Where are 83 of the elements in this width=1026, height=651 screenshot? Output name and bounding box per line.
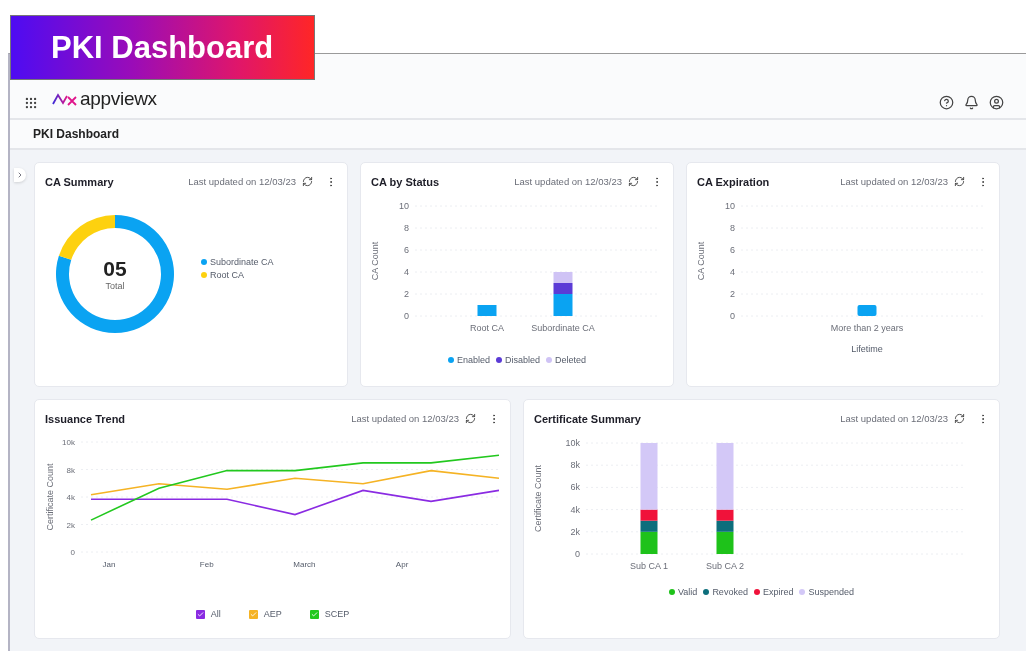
last-updated: Last updated on 12/03/23 xyxy=(351,413,459,424)
apps-grid-icon[interactable] xyxy=(24,96,38,110)
axis-tick-label: Jan xyxy=(102,560,116,569)
axis-title: CA Count xyxy=(370,241,380,281)
bar xyxy=(477,305,497,316)
legend-label: Revoked xyxy=(712,587,748,597)
category-label: Sub CA 2 xyxy=(706,561,744,571)
axis-title: Certificate Count xyxy=(45,463,55,531)
legend-label: SCEP xyxy=(324,609,350,619)
axis-tick-label: 0 xyxy=(70,548,75,557)
refresh-icon[interactable] xyxy=(465,413,476,424)
category-label: Root CA xyxy=(470,323,504,333)
category-label: Sub CA 1 xyxy=(630,561,668,571)
axis-tick-label: 10 xyxy=(399,201,409,211)
card-title: Certificate Summary xyxy=(534,412,642,425)
legend-label: All xyxy=(210,609,221,619)
axis-tick-label: 2 xyxy=(730,289,735,299)
axis-tick-label: 8 xyxy=(730,223,735,233)
axis-tick-label: Apr xyxy=(395,560,409,569)
legend-label: Enabled xyxy=(456,355,490,365)
total-count: 05 xyxy=(103,257,127,281)
axis-tick-label: 2k xyxy=(570,526,580,537)
legend-checkbox[interactable] xyxy=(309,609,319,619)
axis-title: Lifetime xyxy=(851,344,883,354)
axis-tick-label: March xyxy=(293,560,316,569)
axis-tick-label: 8k xyxy=(66,465,75,475)
logo-icon xyxy=(52,92,78,106)
axis-tick-label: 10k xyxy=(62,438,75,447)
last-updated: Last updated on 12/03/23 xyxy=(840,413,948,424)
legend-checkbox[interactable] xyxy=(195,609,205,619)
legend-label: Expired xyxy=(762,587,794,597)
refresh-icon[interactable] xyxy=(628,176,639,187)
legend-label: Deleted xyxy=(555,355,587,365)
axis-tick-label: 10k xyxy=(565,438,580,448)
axis-tick-label: 6 xyxy=(730,245,735,255)
axis-tick-label: 4k xyxy=(570,504,580,515)
legend-dot xyxy=(201,271,207,278)
axis-tick-label: 4 xyxy=(404,267,409,277)
legend-label: Suspended xyxy=(808,587,854,597)
total-label: Total xyxy=(105,281,125,291)
legend-checkbox[interactable] xyxy=(248,609,258,619)
banner-title: PKI Dashboard xyxy=(10,15,315,80)
last-updated: Last updated on 12/03/23 xyxy=(840,176,948,187)
last-updated: Last updated on 12/03/23 xyxy=(514,176,622,187)
user-icon[interactable] xyxy=(989,95,1004,110)
legend-dot xyxy=(201,258,207,265)
axis-title: CA Count xyxy=(696,241,706,281)
axis-tick-label: 0 xyxy=(404,311,409,321)
axis-tick-label: 8 xyxy=(404,223,409,233)
bell-icon[interactable] xyxy=(964,95,979,110)
page-title: PKI Dashboard xyxy=(33,127,119,141)
legend-label: Root CA xyxy=(210,269,244,280)
axis-title: Certificate Count xyxy=(533,465,543,532)
refresh-icon[interactable] xyxy=(954,413,965,424)
card-title: CA by Status xyxy=(371,175,441,188)
bar xyxy=(857,305,877,316)
axis-tick-label: 2k xyxy=(66,520,75,530)
category-label: Subordinate CA xyxy=(531,323,595,333)
last-updated: Last updated on 12/03/23 xyxy=(188,176,296,187)
category-label: More than 2 years xyxy=(830,323,904,333)
axis-tick-label: 0 xyxy=(575,549,580,559)
bar xyxy=(553,272,573,283)
axis-tick-label: 6 xyxy=(404,245,409,255)
axis-tick-label: 6k xyxy=(570,482,580,493)
axis-tick-label: 10 xyxy=(725,201,735,211)
help-icon[interactable] xyxy=(939,95,954,110)
logo-text: appviewx xyxy=(80,88,157,110)
legend-label: Valid xyxy=(678,587,698,597)
expand-handle[interactable] xyxy=(14,168,26,182)
axis-tick-label: 8k xyxy=(570,460,580,471)
card-title: CA Summary xyxy=(45,175,115,188)
axis-tick-label: 4k xyxy=(66,493,75,502)
axis-tick-label: 2 xyxy=(404,289,409,299)
card-title: Issuance Trend xyxy=(45,412,127,425)
refresh-icon[interactable] xyxy=(302,176,313,187)
legend-label: Disabled xyxy=(505,355,540,365)
legend-label: AEP xyxy=(263,609,282,619)
card-title: CA Expiration xyxy=(697,175,771,188)
refresh-icon[interactable] xyxy=(954,176,965,187)
axis-tick-label: 4 xyxy=(730,267,735,277)
axis-tick-label: 0 xyxy=(730,311,735,321)
axis-tick-label: Feb xyxy=(199,560,214,569)
legend-label: Subordinate CA xyxy=(210,256,274,267)
